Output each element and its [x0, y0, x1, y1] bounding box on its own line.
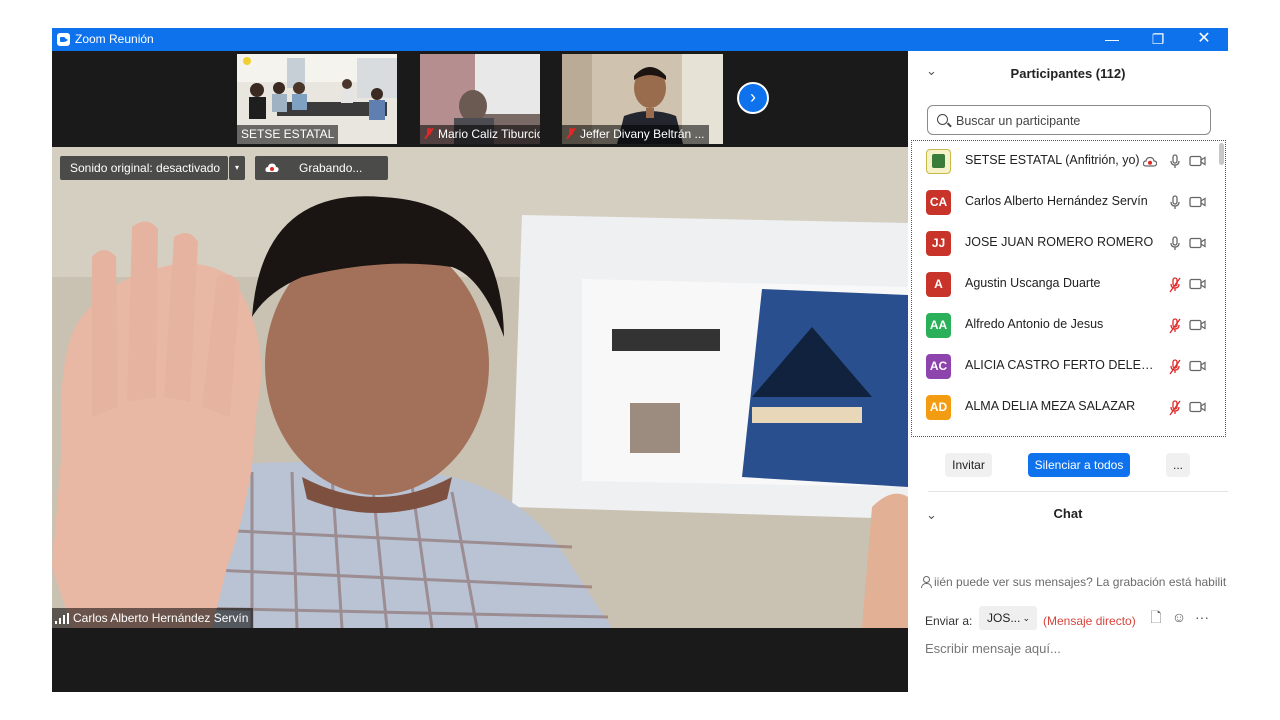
minimize-button[interactable]: — — [1089, 28, 1135, 51]
thumbnail-name: SETSE ESTATAL — [237, 125, 339, 144]
recording-status[interactable]: Grabando... — [255, 156, 388, 180]
search-icon — [937, 114, 948, 125]
participant-name: Carlos Alberto Hernández Servín — [965, 194, 1148, 208]
cloud-record-icon — [1143, 156, 1157, 167]
close-button[interactable]: ✕ — [1181, 28, 1227, 51]
avatar: AC — [926, 354, 951, 379]
participant-name: JOSE JUAN ROMERO ROMERO — [965, 235, 1154, 249]
main-speaker-video: Sonido original: desactivado ▾ Grabando.… — [52, 147, 908, 628]
participant-row[interactable]: AC ALICIA CASTRO FERTO DELEGACIÓN — [912, 346, 1217, 387]
participant-row[interactable]: SETSE ESTATAL (Anfitrión, yo) — [912, 141, 1217, 182]
thumbnail-strip: SETSE ESTATAL Mario Caliz Tiburcio Jeffe… — [52, 51, 908, 147]
video-camera-icon[interactable] — [1189, 196, 1206, 208]
chat-title: Chat — [1053, 506, 1083, 521]
mic-icon[interactable] — [1169, 154, 1181, 170]
more-options-button[interactable]: ... — [1166, 453, 1190, 477]
panel-divider — [928, 491, 1228, 492]
cloud-record-icon — [265, 163, 279, 172]
muted-mic-icon — [424, 128, 434, 138]
recording-label: Grabando... — [299, 161, 363, 175]
zoom-app-icon — [57, 33, 70, 46]
speaker-video-frame — [52, 147, 908, 628]
participant-row[interactable]: CA Carlos Alberto Hernández Servín — [912, 182, 1217, 223]
speaker-name: Carlos Alberto Hernández Servín — [73, 611, 249, 625]
avatar: JJ — [926, 231, 951, 256]
muted-mic-icon[interactable] — [1169, 318, 1181, 334]
muted-mic-icon[interactable] — [1169, 277, 1181, 293]
side-panel: ⌄ Participantes (112) SETSE ESTATAL (Anf… — [908, 51, 1228, 692]
zoom-window: Zoom Reunión — ❐ ✕ SETSE ESTATAL Mario C… — [52, 28, 1228, 692]
thumbnail-name: Mario Caliz Tiburcio — [420, 125, 540, 144]
thumbnail-name: Jeffer Divany Beltrán ... — [562, 125, 709, 144]
next-page-button[interactable]: › — [737, 82, 769, 114]
video-area: SETSE ESTATAL Mario Caliz Tiburcio Jeffe… — [52, 51, 908, 692]
file-icon[interactable]: 🗋 — [1148, 608, 1164, 626]
mic-icon[interactable] — [1169, 195, 1181, 211]
participant-search-input[interactable] — [954, 111, 1208, 131]
avatar: AD — [926, 395, 951, 420]
invite-button[interactable]: Invitar — [945, 453, 992, 477]
video-camera-icon[interactable] — [1189, 278, 1206, 290]
video-thumbnail[interactable]: SETSE ESTATAL — [237, 54, 397, 144]
participant-name: SETSE ESTATAL (Anfitrión, yo) — [965, 153, 1140, 167]
muted-mic-icon — [566, 128, 576, 138]
participants-header: ⌄ Participantes (112) — [908, 51, 1228, 95]
avatar — [926, 436, 951, 437]
participant-name: Agustin Uscanga Duarte — [965, 276, 1101, 290]
chat-privacy-notice[interactable]: iién puede ver sus mensajes? La grabació… — [920, 575, 1228, 589]
chevron-down-icon: ⌄ — [1022, 613, 1030, 623]
participant-row[interactable]: JJ JOSE JUAN ROMERO ROMERO — [912, 223, 1217, 264]
participant-row[interactable]: A Agustin Uscanga Duarte — [912, 264, 1217, 305]
sound-options-dropdown[interactable]: ▾ — [229, 156, 245, 180]
participant-name: ALMA DELIA MEZA SALAZAR — [965, 399, 1136, 413]
chat-message-input[interactable] — [925, 641, 1215, 656]
participant-row[interactable]: AA Alfredo Antonio de Jesus — [912, 305, 1217, 346]
person-icon — [920, 576, 932, 588]
mic-icon[interactable] — [1169, 236, 1181, 252]
original-sound-toggle[interactable]: Sonido original: desactivado — [60, 156, 228, 180]
muted-mic-icon[interactable] — [1169, 400, 1181, 416]
participant-name: Alfredo Antonio de Jesus — [965, 317, 1104, 331]
avatar — [926, 149, 951, 174]
participant-row[interactable]: AD ALMA DELIA MEZA SALAZAR — [912, 387, 1217, 428]
avatar: A — [926, 272, 951, 297]
participant-search[interactable] — [927, 105, 1211, 135]
direct-message-label: (Mensaje directo) — [1043, 614, 1136, 628]
title-bar: Zoom Reunión — ❐ ✕ — [52, 28, 1228, 51]
muted-mic-icon[interactable] — [1169, 359, 1181, 375]
participant-name: ALICIA CASTRO FERTO DELEGACIÓN — [965, 358, 1163, 372]
participants-list[interactable]: SETSE ESTATAL (Anfitrión, yo) CA Carlos Al… — [911, 140, 1226, 437]
participant-row[interactable] — [912, 428, 1217, 437]
mute-all-button[interactable]: Silenciar a todos — [1028, 453, 1130, 477]
video-camera-icon[interactable] — [1189, 237, 1206, 249]
meeting-controls-bar — [52, 628, 908, 692]
signal-strength-icon — [55, 613, 69, 625]
avatar: AA — [926, 313, 951, 338]
video-camera-icon[interactable] — [1189, 401, 1206, 413]
video-thumbnail[interactable]: Mario Caliz Tiburcio — [420, 54, 540, 144]
more-icon[interactable]: ··· — [1194, 608, 1210, 626]
video-camera-icon[interactable] — [1189, 155, 1206, 167]
send-to-label: Enviar a: — [925, 614, 973, 628]
video-camera-icon[interactable] — [1189, 360, 1206, 372]
emoji-icon[interactable]: ☺ — [1171, 608, 1187, 626]
participants-scrollbar[interactable] — [1219, 143, 1224, 165]
window-title: Zoom Reunión — [75, 32, 154, 46]
restore-button[interactable]: ❐ — [1135, 28, 1181, 51]
send-to-dropdown[interactable]: JOS... ⌄ — [979, 606, 1037, 630]
video-thumbnail[interactable]: Jeffer Divany Beltrán ... — [562, 54, 723, 144]
video-camera-icon[interactable] — [1189, 319, 1206, 331]
participants-title: Participantes (112) — [1010, 66, 1126, 81]
avatar: CA — [926, 190, 951, 215]
speaker-name-tag: Carlos Alberto Hernández Servín — [52, 608, 254, 628]
